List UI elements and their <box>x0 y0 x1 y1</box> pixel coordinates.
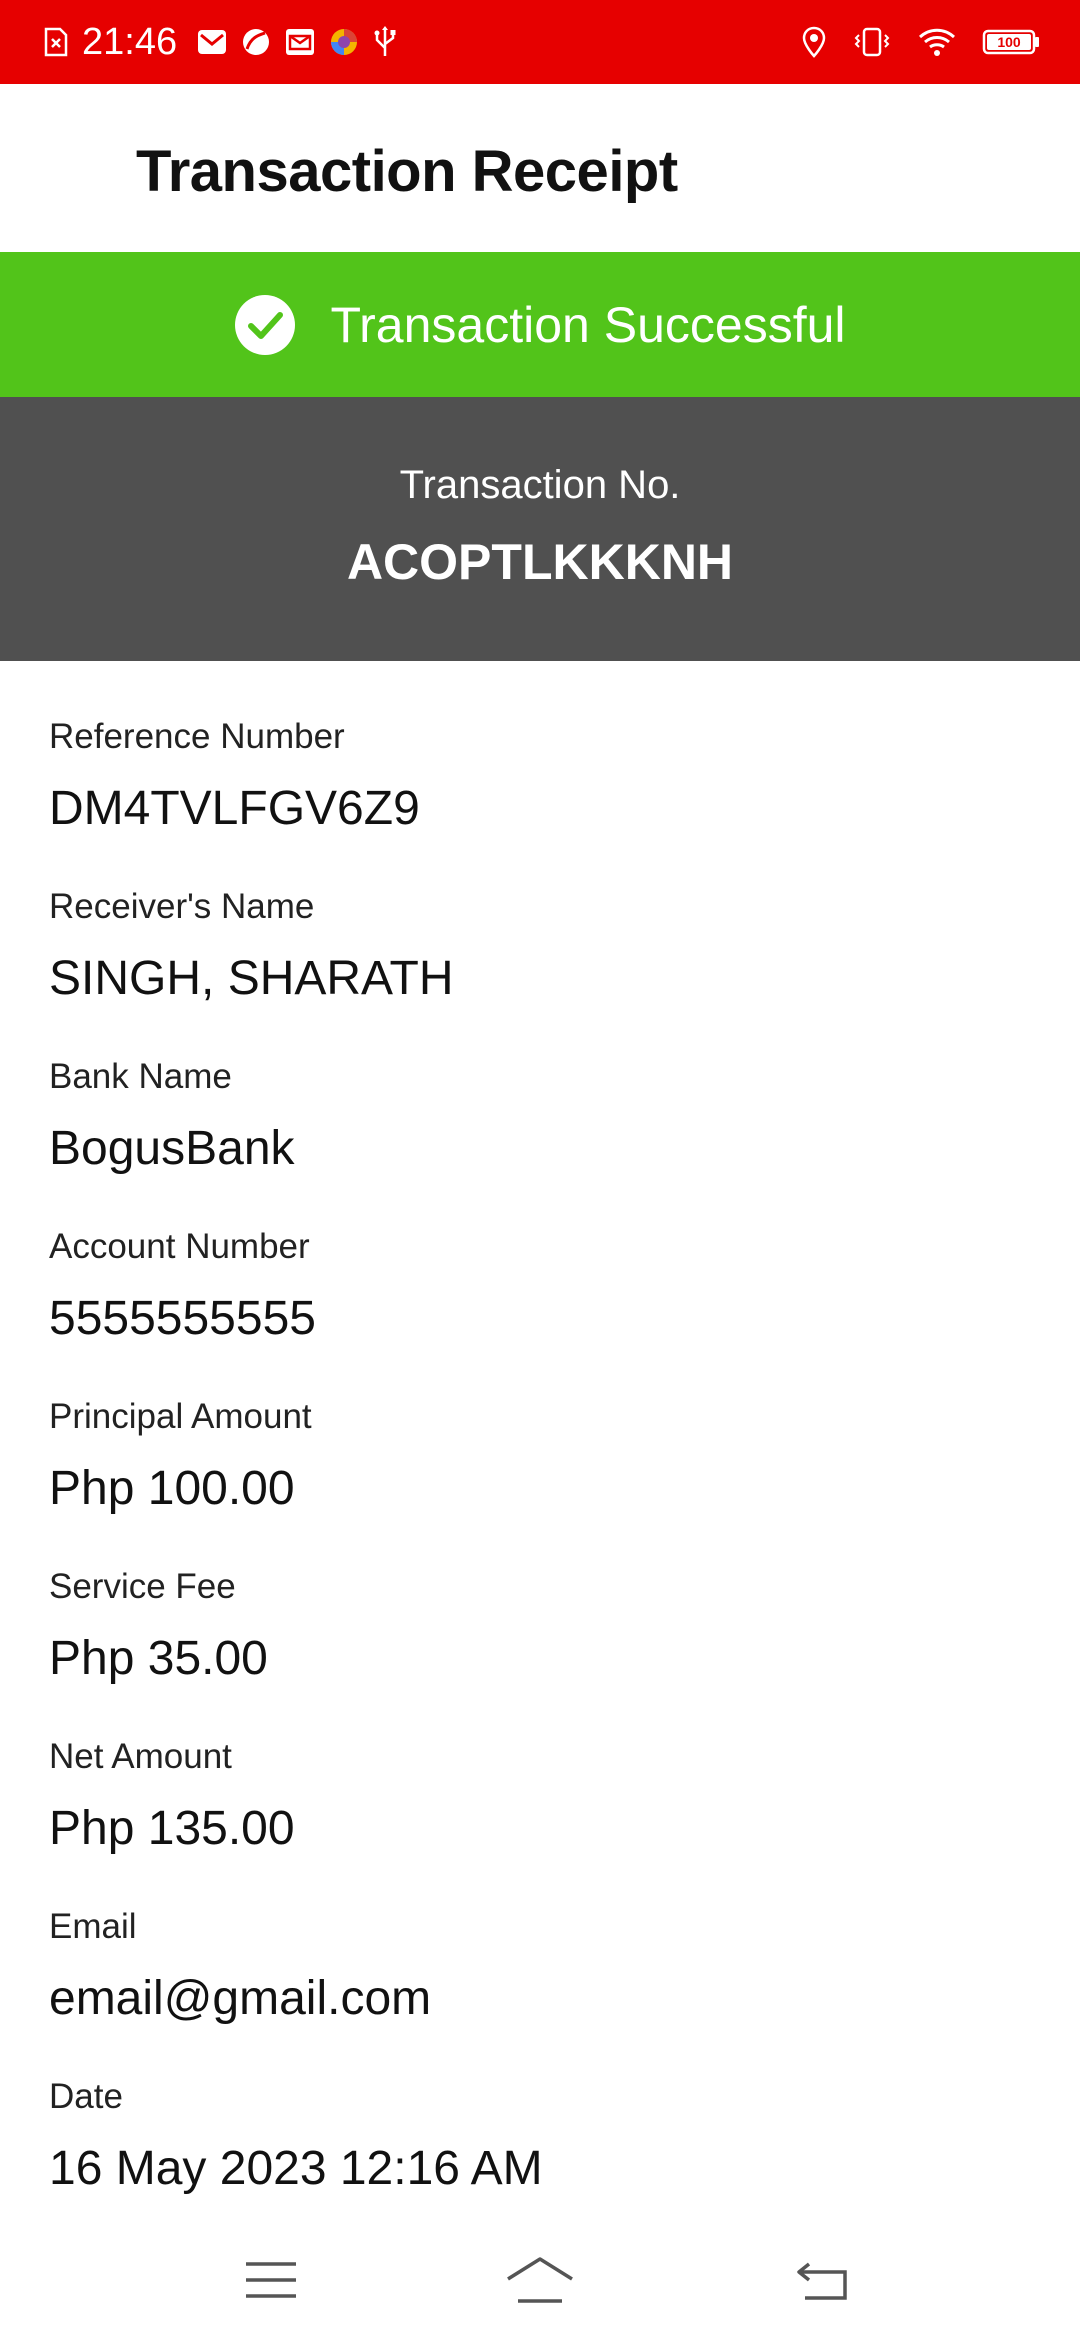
detail-principal-amount: Principal Amount Php 100.00 <box>49 1391 1031 1561</box>
detail-label: Date <box>49 2077 123 2116</box>
transaction-number-value: ACOPTLKKKNH <box>346 534 734 590</box>
success-message: Transaction Successful <box>330 296 846 353</box>
usb-icon <box>373 26 397 58</box>
detail-value: email@gmail.com <box>49 1972 432 2025</box>
transaction-number-label: Transaction No. <box>399 463 681 507</box>
detail-value: 5555555555 <box>49 1292 316 1345</box>
detail-value: BogusBank <box>49 1122 295 1175</box>
nav-home-button[interactable] <box>480 2240 600 2320</box>
detail-value: 16 May 2023 12:16 AM <box>49 2142 543 2195</box>
home-icon <box>504 2255 576 2305</box>
app-leaf-icon <box>241 27 271 57</box>
detail-value: Php 35.00 <box>49 1632 268 1685</box>
detail-label: Principal Amount <box>49 1397 312 1436</box>
detail-label: Net Amount <box>49 1737 232 1776</box>
detail-label: Email <box>49 1907 137 1946</box>
status-right: 100 <box>802 0 1040 84</box>
receipt-screen: 21:46 100 Transaction Receipt Transactio… <box>0 0 1080 2340</box>
status-bar: 21:46 100 <box>0 0 1080 84</box>
detail-value: DM4TVLFGV6Z9 <box>49 782 420 835</box>
gmail-icon <box>197 29 227 55</box>
status-left: 21:46 <box>44 0 397 84</box>
detail-value: Php 100.00 <box>49 1462 295 1515</box>
detail-list: Reference Number DM4TVLFGV6Z9 Receiver's… <box>49 711 1031 2241</box>
vibrate-icon <box>852 27 892 57</box>
page-title: Transaction Receipt <box>136 139 678 204</box>
detail-value: SINGH, SHARATH <box>49 952 454 1005</box>
wifi-icon <box>918 27 956 57</box>
detail-reference-number: Reference Number DM4TVLFGV6Z9 <box>49 711 1031 881</box>
detail-date: Date 16 May 2023 12:16 AM <box>49 2071 1031 2241</box>
detail-email: Email email@gmail.com <box>49 1901 1031 2071</box>
app-header: Transaction Receipt <box>0 84 1080 252</box>
battery-icon: 100 <box>982 28 1040 56</box>
system-nav-bar <box>0 2220 1080 2340</box>
detail-label: Receiver's Name <box>49 887 315 926</box>
detail-label: Reference Number <box>49 717 345 756</box>
detail-value: Php 135.00 <box>49 1802 295 1855</box>
detail-service-fee: Service Fee Php 35.00 <box>49 1561 1031 1731</box>
detail-receiver-name: Receiver's Name SINGH, SHARATH <box>49 881 1031 1051</box>
status-time: 21:46 <box>82 20 178 63</box>
transaction-number-panel: Transaction No. ACOPTLKKKNH <box>0 397 1080 661</box>
check-circle-icon <box>234 294 296 356</box>
detail-account-number: Account Number 5555555555 <box>49 1221 1031 1391</box>
menu-icon <box>244 2258 298 2302</box>
detail-net-amount: Net Amount Php 135.00 <box>49 1731 1031 1901</box>
receipt-details: Reference Number DM4TVLFGV6Z9 Receiver's… <box>0 661 1080 2195</box>
success-banner: Transaction Successful <box>0 252 1080 397</box>
nav-back-button[interactable] <box>763 2240 883 2320</box>
browser-icon <box>329 27 359 57</box>
detail-label: Bank Name <box>49 1057 232 1096</box>
back-icon <box>795 2258 851 2302</box>
mail-icon <box>285 28 315 56</box>
detail-label: Service Fee <box>49 1567 236 1606</box>
detail-bank-name: Bank Name BogusBank <box>49 1051 1031 1221</box>
location-icon <box>802 26 826 58</box>
detail-label: Account Number <box>49 1227 310 1266</box>
battery-level-text: 100 <box>997 34 1021 50</box>
nav-menu-button[interactable] <box>211 2240 331 2320</box>
sim-off-icon <box>44 27 68 57</box>
